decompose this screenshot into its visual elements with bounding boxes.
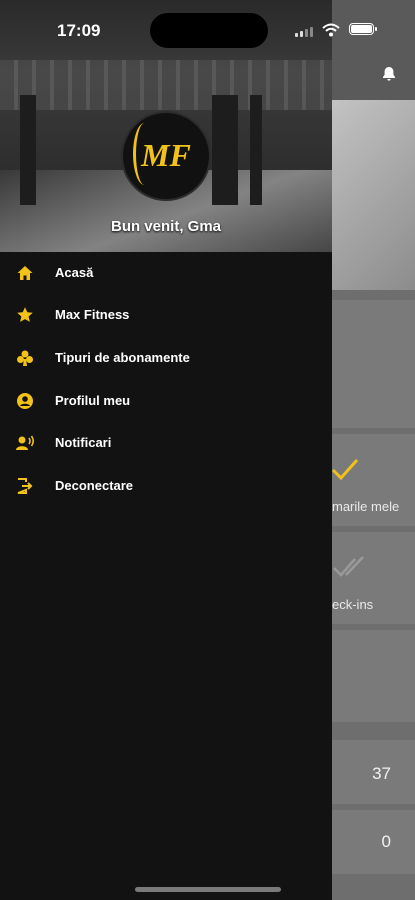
- signal-icon: [295, 27, 313, 37]
- logo-text: MF: [141, 137, 191, 173]
- profile-icon: [17, 393, 33, 409]
- club-icon: [17, 350, 33, 366]
- bell-icon[interactable]: [381, 66, 397, 82]
- menu-label: Max Fitness: [55, 307, 130, 322]
- battery-icon: [349, 23, 377, 35]
- my-memberships-label: marile mele: [332, 499, 400, 514]
- welcome-text: Bun venit, Gma: [110, 218, 222, 235]
- navigation-drawer: MF Bun venit, Gma Acasă Max Fitness Tipu…: [0, 0, 332, 900]
- menu-item-logout[interactable]: Deconectare: [0, 465, 332, 507]
- star-icon: [17, 307, 33, 322]
- check-icon: [331, 459, 359, 481]
- gym-equipment: [212, 95, 238, 205]
- check-ins-label: eck-ins: [332, 597, 374, 612]
- menu-label: Deconectare: [55, 478, 134, 493]
- menu-item-max-fitness[interactable]: Max Fitness: [0, 294, 332, 336]
- home-icon: [17, 266, 33, 280]
- dynamic-island: [150, 13, 268, 48]
- notification-icon: [16, 435, 35, 450]
- menu-item-home[interactable]: Acasă: [0, 252, 332, 294]
- max-fitness-logo: MF: [121, 111, 211, 201]
- menu-label: Profilul meu: [55, 393, 131, 408]
- gym-background-image: [0, 60, 332, 110]
- menu-item-membership-types[interactable]: Tipuri de abonamente: [0, 337, 332, 379]
- home-indicator[interactable]: [135, 887, 281, 892]
- gym-equipment: [250, 95, 262, 205]
- stat-value: 37: [372, 764, 391, 783]
- menu-item-notifications[interactable]: Notificari: [0, 422, 332, 464]
- stat-value: 0: [381, 832, 391, 851]
- menu-label: Notificari: [55, 435, 112, 450]
- wifi-icon: [322, 23, 340, 37]
- menu-label: Tipuri de abonamente: [55, 350, 190, 365]
- menu-label: Acasă: [55, 265, 94, 280]
- menu-item-my-profile[interactable]: Profilul meu: [0, 380, 332, 422]
- logout-icon: [17, 478, 33, 494]
- status-time: 17:09: [57, 21, 101, 40]
- status-bar: 17:09: [0, 0, 415, 60]
- gym-equipment: [20, 95, 36, 205]
- double-check-icon: [333, 556, 364, 577]
